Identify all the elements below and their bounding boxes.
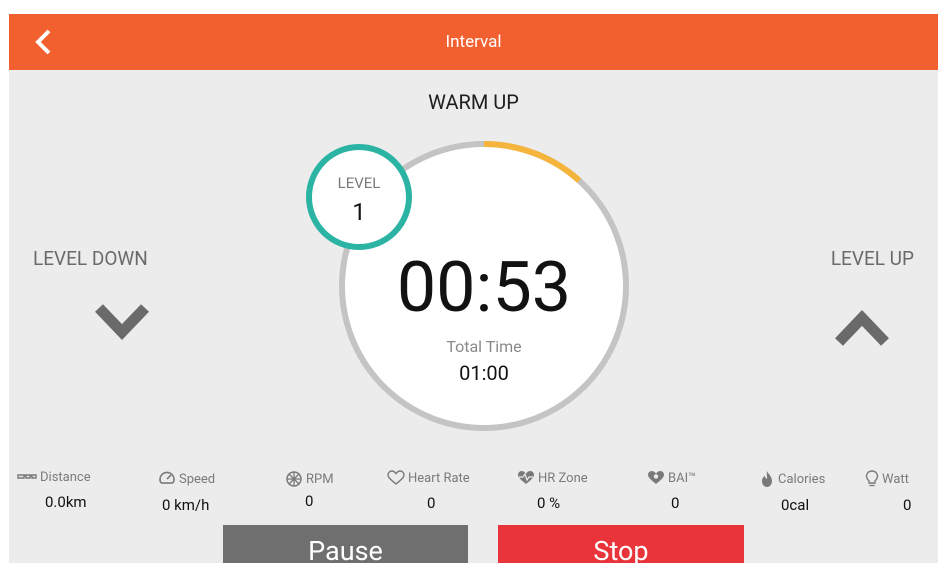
total-time-value: 01:00: [459, 361, 509, 385]
stat-bai: BAI™ 0: [647, 470, 757, 512]
stat-watt: Watt 0: [865, 470, 935, 514]
stat-value: 0 %: [537, 494, 561, 512]
stat-rpm: RPM 0: [285, 470, 395, 510]
distance-icon: [17, 473, 37, 479]
level-label: LEVEL: [337, 174, 381, 192]
stat-value: 0 km/h: [162, 496, 210, 514]
stat-label: Speed: [179, 471, 216, 487]
level-up-label: LEVEL UP: [830, 247, 914, 270]
stat-distance: Distance 0.0km: [17, 470, 127, 511]
stat-hr-zone: HR Zone 0 %: [517, 470, 627, 512]
watt-icon: [865, 470, 879, 487]
app-window: Interval WARM UP LEVEL 1 00:53 Total Tim…: [9, 14, 938, 563]
rpm-icon: [286, 471, 302, 487]
stat-heart-rate: Heart Rate 0: [387, 470, 497, 512]
bai-icon: [648, 471, 664, 484]
stat-speed: Speed 0 km/h: [158, 470, 268, 514]
level-up-button[interactable]: [831, 306, 893, 356]
stat-label: BAI™: [668, 470, 697, 486]
level-down-label: LEVEL DOWN: [33, 247, 148, 270]
hr-zone-icon: [518, 471, 534, 484]
chevron-down-icon: [95, 304, 149, 340]
level-value: 1: [352, 198, 366, 226]
stat-calories: Calories 0cal: [759, 470, 869, 514]
stat-label: Heart Rate: [408, 470, 470, 486]
stat-value: 0cal: [781, 496, 810, 514]
stat-value: 0.0km: [45, 493, 87, 511]
pause-button[interactable]: Pause: [223, 525, 468, 563]
total-time-label: Total Time: [446, 337, 522, 356]
stat-label: RPM: [306, 471, 334, 487]
speed-icon: [159, 471, 175, 484]
stat-value: 0: [305, 492, 314, 510]
countdown-timer: 00:53: [396, 247, 572, 329]
stat-label: Watt: [882, 471, 909, 487]
stat-label: Calories: [778, 471, 826, 487]
chevron-up-icon: [835, 310, 889, 346]
level-badge: LEVEL 1: [306, 144, 412, 250]
heart-icon: [387, 470, 405, 485]
stat-value: 0: [903, 496, 912, 514]
calories-icon: [762, 471, 772, 487]
stat-label: HR Zone: [538, 470, 588, 486]
stat-value: 0: [427, 494, 436, 512]
level-down-button[interactable]: [91, 298, 153, 348]
stat-value: 0: [671, 494, 680, 512]
stat-label: Distance: [40, 470, 91, 485]
stop-button[interactable]: Stop: [498, 525, 744, 563]
